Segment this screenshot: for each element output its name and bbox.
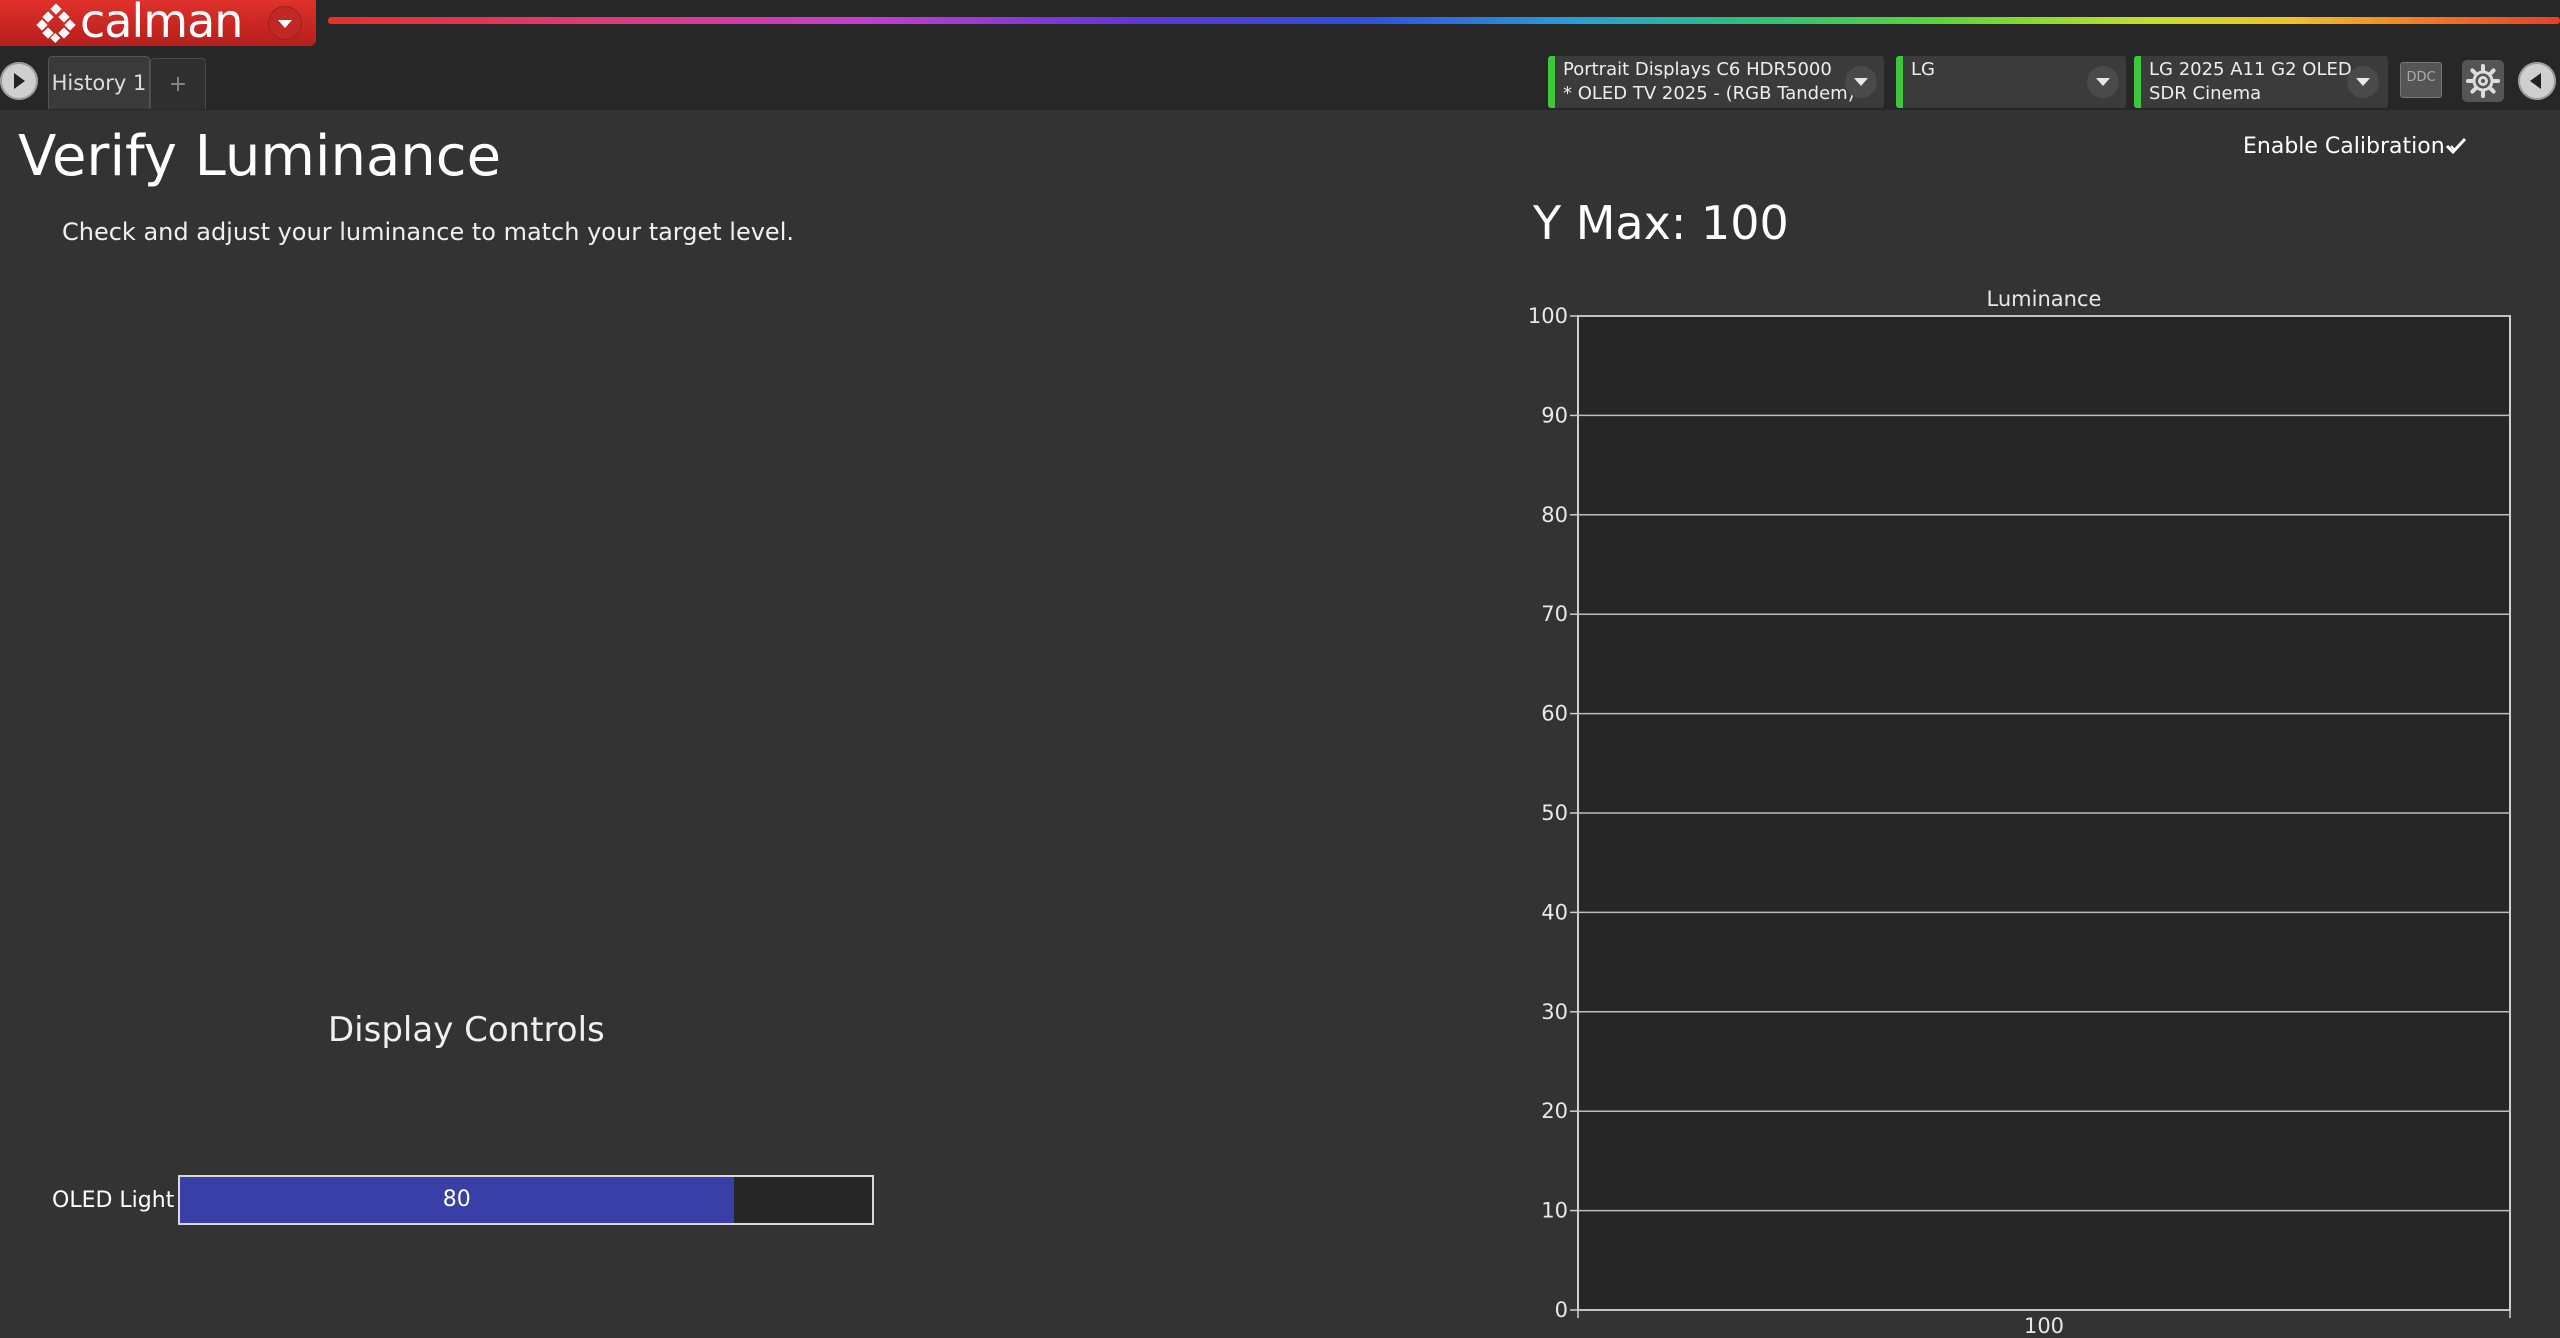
chart-x-tick-label: 100	[2024, 1314, 2064, 1338]
meter-name: Portrait Displays C6 HDR5000	[1563, 59, 1832, 80]
gear-icon	[2466, 64, 2500, 98]
ddc-button[interactable]: DDC	[2400, 62, 2442, 98]
chart-y-tick-label: 50	[1541, 801, 1568, 825]
y-max-readout: Y Max: 100	[1533, 196, 1789, 250]
chart-y-tick-label: 0	[1555, 1298, 1568, 1322]
checkmark-icon[interactable]	[2444, 134, 2468, 158]
luminance-chart: 0 10 20 30 40 50 60 70 80 90 100 Luminance 100	[1528, 287, 2511, 1338]
tab-history[interactable]: History 1	[48, 56, 150, 109]
collapse-panel-icon[interactable]	[2518, 62, 2556, 100]
calman-logo-icon	[36, 3, 76, 43]
add-tab-button[interactable]: +	[150, 58, 206, 109]
chart-y-tick-label: 60	[1541, 702, 1568, 726]
chart-y-tick-label: 20	[1541, 1099, 1568, 1123]
chart-y-tick-label: 70	[1541, 602, 1568, 626]
meter-profile: * OLED TV 2025 - (RGB Tandem)	[1563, 83, 1855, 104]
display-name: LG 2025 A11 G2 OLED	[2149, 59, 2352, 80]
calman-logo-text: calman	[80, 0, 243, 48]
chart-title: Luminance	[1987, 287, 2102, 311]
calman-menu-button[interactable]: calman	[0, 0, 316, 48]
enable-calibration-label[interactable]: Enable Calibration	[2243, 134, 2445, 159]
source-name: LG	[1911, 59, 1935, 80]
chevron-down-icon[interactable]	[268, 6, 302, 40]
display-controls-title: Display Controls	[328, 1010, 605, 1050]
settings-button[interactable]	[2462, 60, 2504, 102]
chart-y-tick-label: 10	[1541, 1199, 1568, 1223]
chevron-down-icon[interactable]	[1845, 66, 1877, 98]
oled-light-label: OLED Light	[52, 1188, 175, 1213]
top-bar: calman History 1 + Portrait Displays C6 …	[0, 0, 2560, 110]
meter-selector[interactable]: Portrait Displays C6 HDR5000 * OLED TV 2…	[1548, 56, 1884, 108]
display-selector[interactable]: LG 2025 A11 G2 OLED SDR Cinema	[2134, 56, 2388, 108]
display-mode: SDR Cinema	[2149, 83, 2262, 104]
chevron-down-icon[interactable]	[2087, 66, 2119, 98]
chart-y-tick-label: 30	[1541, 1000, 1568, 1024]
oled-light-slider[interactable]: 80	[178, 1175, 874, 1225]
page-description: Check and adjust your luminance to match…	[62, 218, 794, 246]
rainbow-bar	[328, 17, 2560, 24]
source-selector[interactable]: LG	[1896, 56, 2126, 108]
chevron-down-icon[interactable]	[2347, 66, 2379, 98]
chart-y-tick-label: 80	[1541, 503, 1568, 527]
play-icon[interactable]	[0, 62, 38, 100]
chart-y-tick-label: 40	[1541, 900, 1568, 924]
oled-light-value: 80	[442, 1187, 471, 1212]
chart-y-tick-label: 90	[1541, 403, 1568, 427]
chart-y-tick-label: 100	[1528, 304, 1568, 328]
page-title: Verify Luminance	[18, 124, 502, 189]
